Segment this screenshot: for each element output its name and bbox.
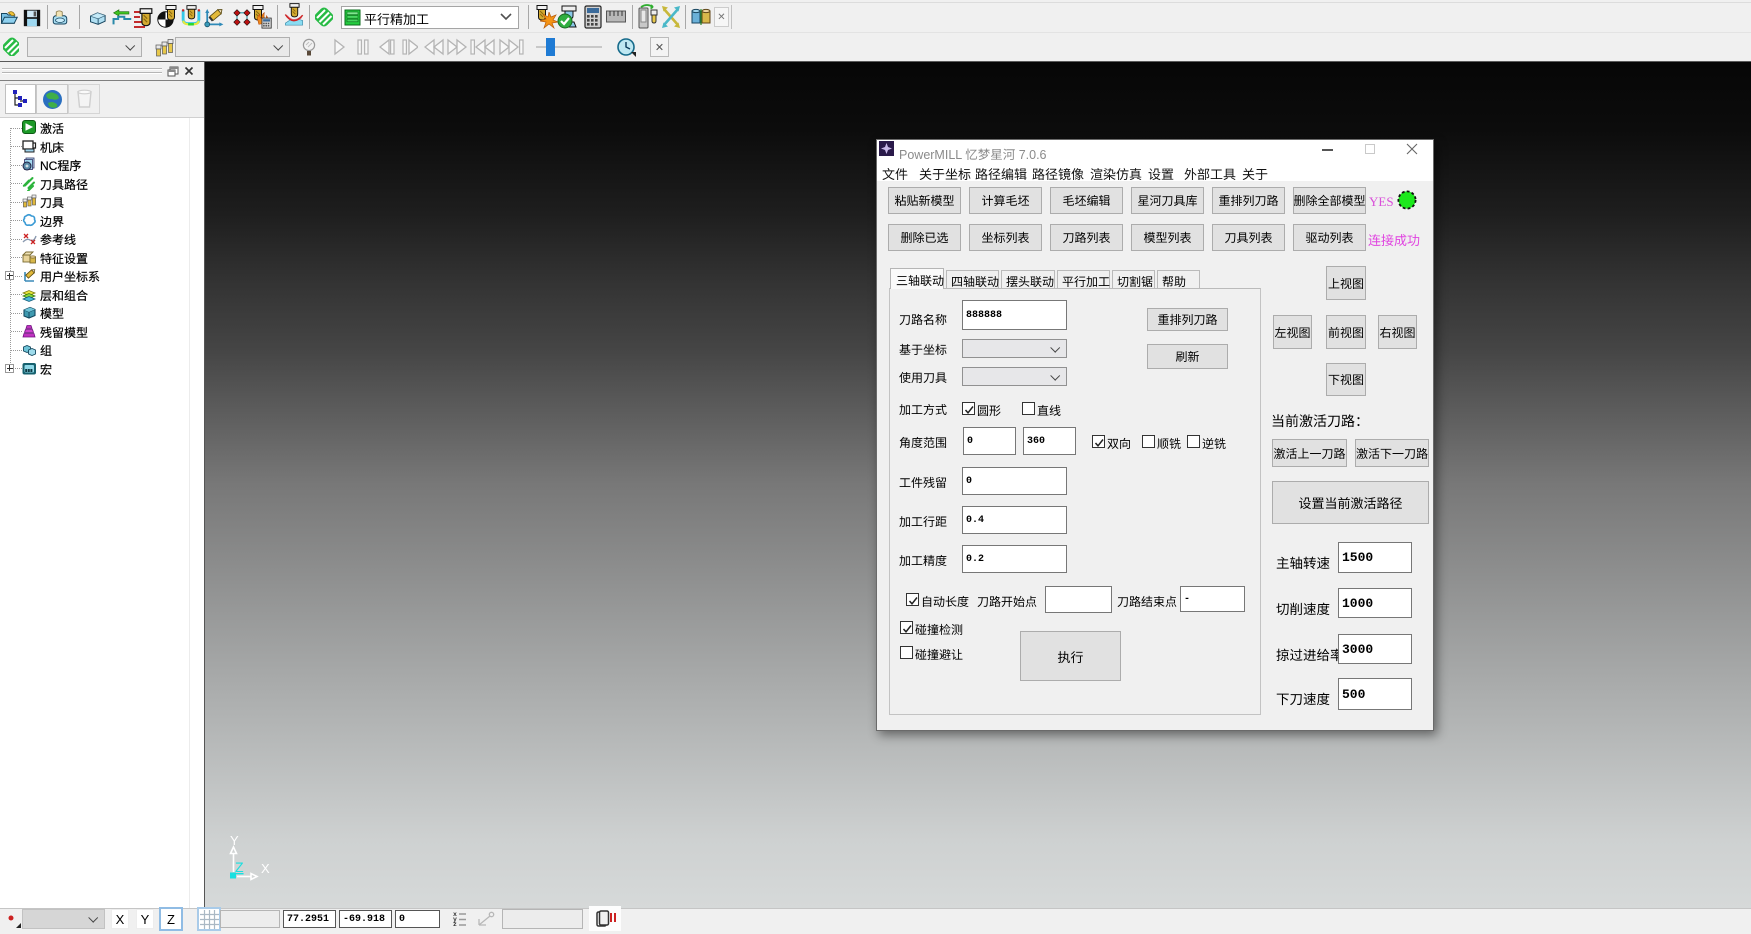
svg-text:Z: Z	[235, 859, 244, 875]
svg-text:Y: Y	[230, 833, 239, 848]
svg-text:z: z	[453, 921, 457, 927]
svg-text:X: X	[261, 861, 270, 876]
